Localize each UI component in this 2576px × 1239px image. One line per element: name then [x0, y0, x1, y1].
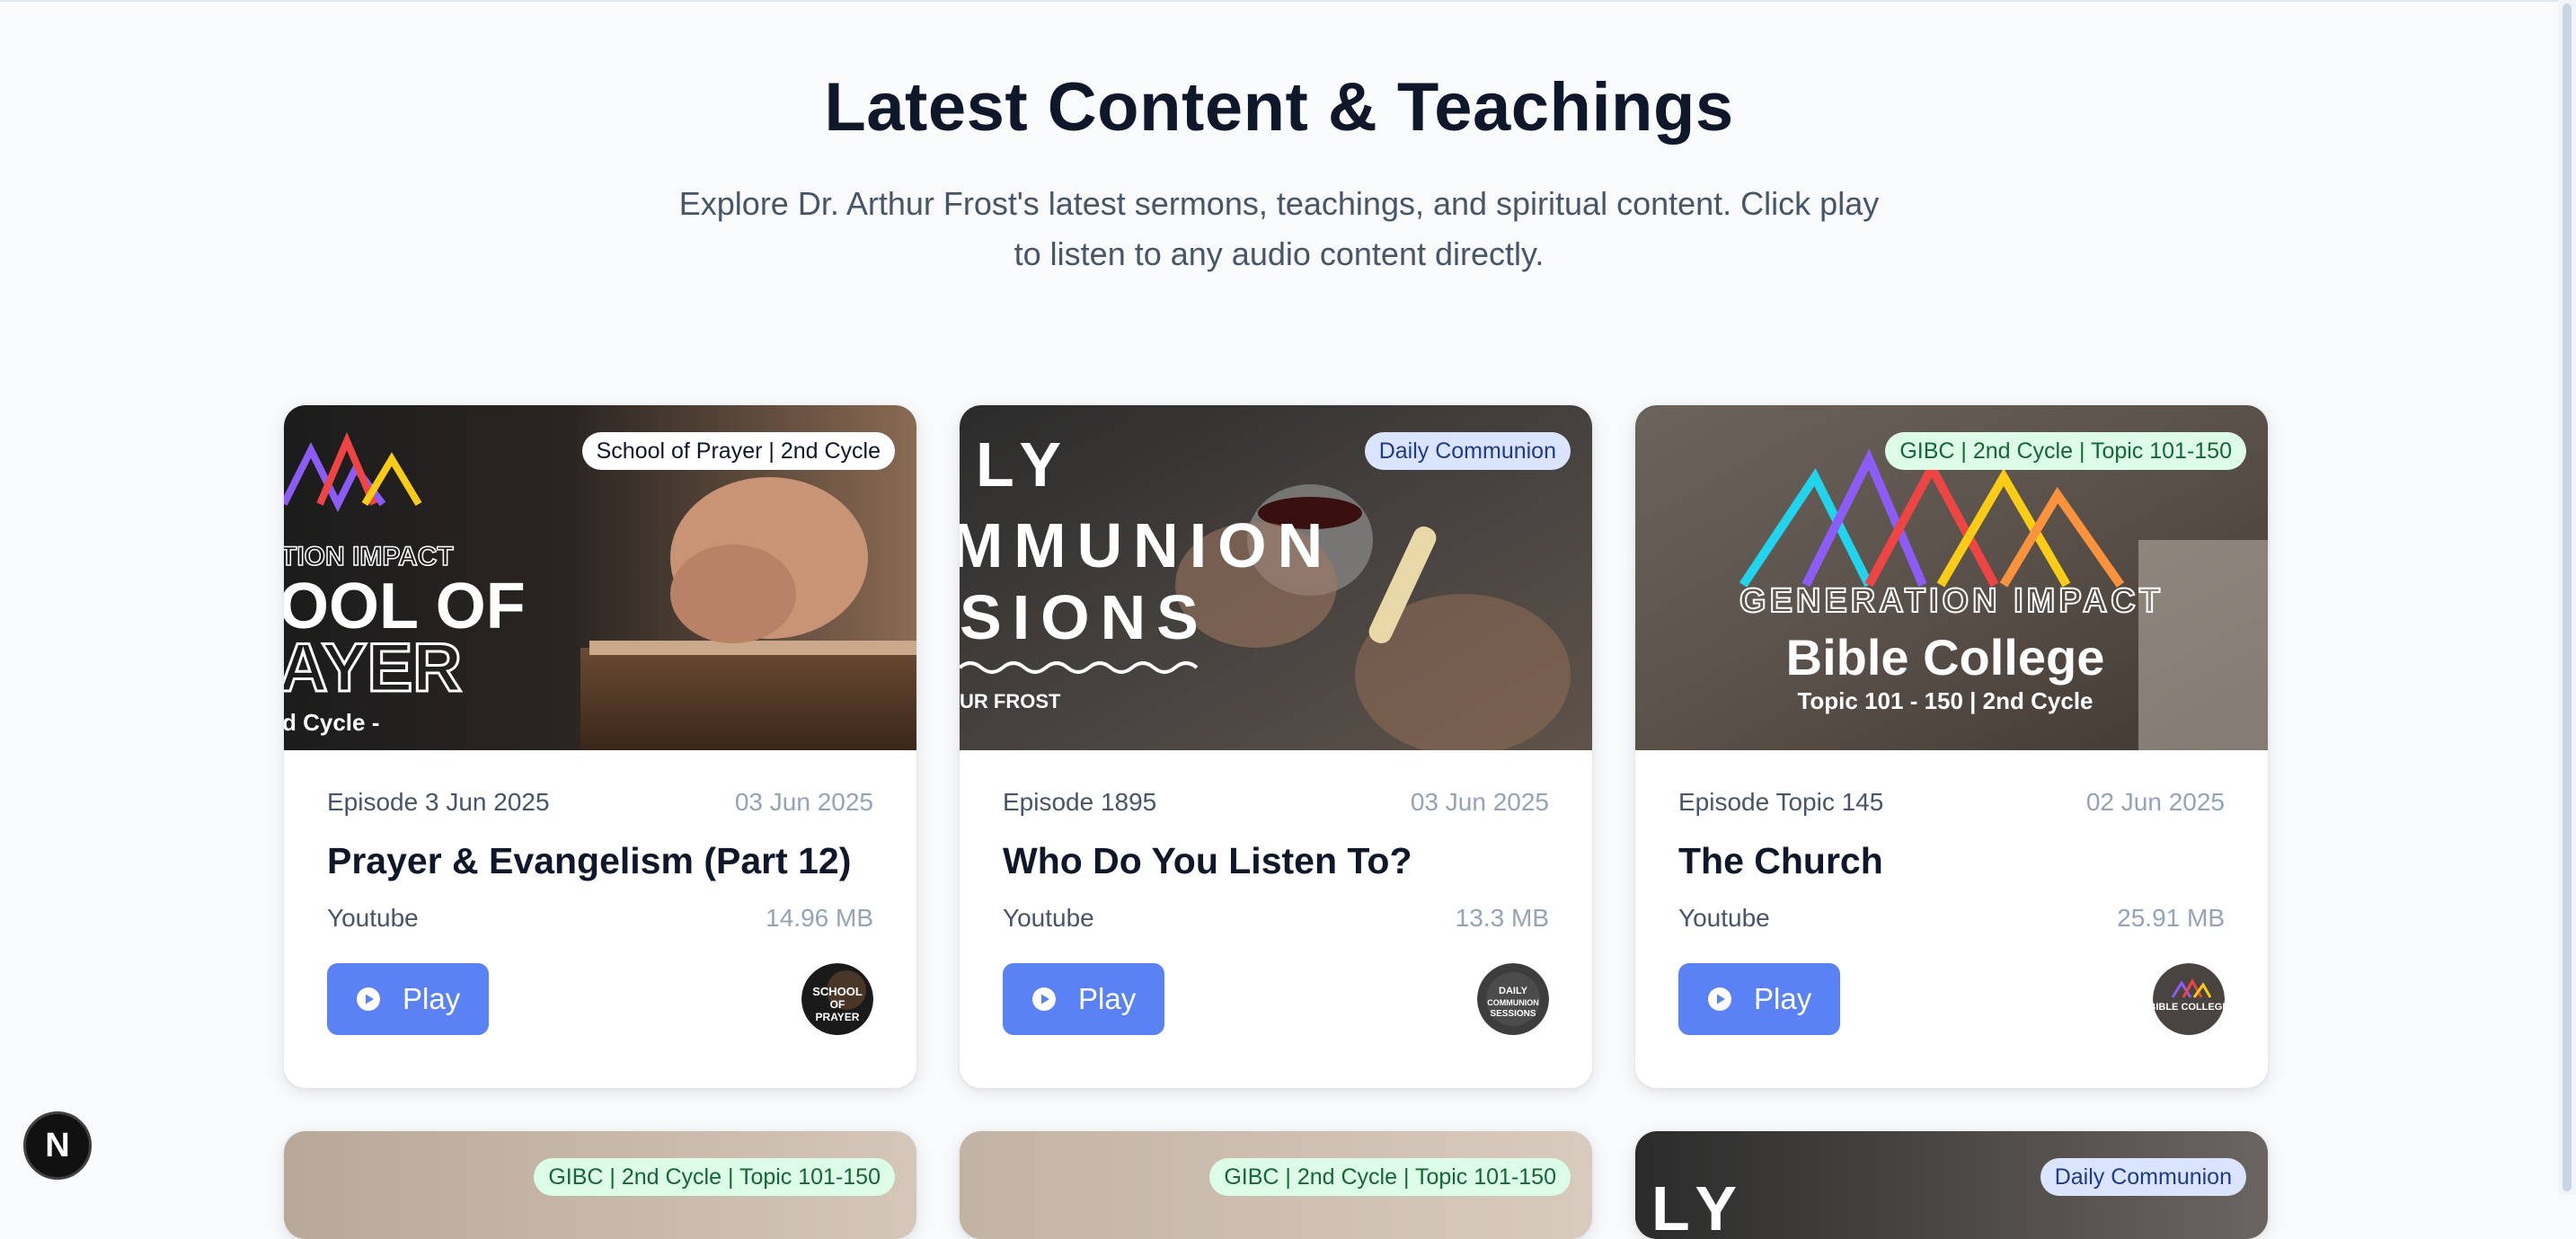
avatar-text: BIBLE COLLEGE — [2153, 1002, 2225, 1013]
card-body: Episode Topic 145 02 Jun 2025 The Church… — [1678, 750, 2225, 1035]
page-title: Latest Content & Teachings — [824, 69, 1734, 146]
publish-date: 02 Jun 2025 — [2085, 788, 2225, 816]
series-avatar: SCHOOL OF PRAYER — [801, 963, 873, 1035]
play-button-label: Play — [1754, 982, 1812, 1015]
avatar-text: OF — [830, 998, 845, 1011]
thumb-text: MMUNION — [960, 510, 1333, 580]
thumb-text: LY — [1651, 1173, 1748, 1239]
content-card[interactable]: GIBC | 2nd Cycle | Topic 101-150 — [960, 1131, 1592, 1239]
avatar-text: SESSIONS — [1490, 1009, 1536, 1019]
thumb-text: Topic 101 - 150 | 2nd Cycle — [1797, 687, 2093, 714]
publish-date: 03 Jun 2025 — [734, 788, 873, 816]
episode-title[interactable]: The Church — [1678, 840, 2225, 882]
thumb-text: LY — [976, 429, 1072, 500]
avatar-text: DAILY — [1499, 986, 1528, 996]
episode-label: Episode 3 Jun 2025 — [327, 788, 550, 816]
card-thumbnail: LY Daily Communion — [1635, 1131, 2268, 1239]
file-size: 13.3 MB — [1455, 904, 1549, 932]
thumb-text: GENERATION IMPACT — [1739, 582, 2164, 620]
thumb-text: Bible College — [1786, 629, 2105, 686]
card-thumbnail: GENERATION IMPACT Bible College Topic 10… — [1635, 405, 2268, 750]
card-thumbnail: GIBC | 2nd Cycle | Topic 101-150 — [284, 1131, 916, 1239]
scrollbar[interactable] — [2558, 0, 2576, 1195]
category-tag: GIBC | 2nd Cycle | Topic 101-150 — [1209, 1158, 1571, 1196]
content-card[interactable]: TION IMPACT OOL OF AYER d Cycle - School… — [284, 405, 916, 1088]
file-size: 14.96 MB — [766, 904, 873, 932]
source-label: Youtube — [1003, 904, 1094, 932]
series-avatar: BIBLE COLLEGE — [2153, 963, 2225, 1035]
episode-title[interactable]: Prayer & Evangelism (Part 12) — [327, 840, 873, 882]
episode-label: Episode 1895 — [1003, 788, 1157, 816]
play-circle-icon — [1032, 987, 1056, 1011]
play-button-label: Play — [1078, 982, 1137, 1015]
thumb-text: UR FROST — [960, 690, 1061, 712]
category-tag: Daily Communion — [1364, 432, 1571, 470]
thumb-text: TION IMPACT — [284, 542, 454, 571]
thumb-text: d Cycle - — [284, 709, 379, 736]
section-header: Latest Content & Teachings Explore Dr. A… — [0, 0, 2558, 279]
category-tag: GIBC | 2nd Cycle | Topic 101-150 — [534, 1158, 895, 1196]
nextjs-logo-icon[interactable]: N — [23, 1111, 92, 1180]
category-tag: School of Prayer | 2nd Cycle — [581, 432, 895, 470]
content-card[interactable]: LY MMUNION SIONS UR FROST Daily Communio… — [960, 405, 1592, 1088]
avatar-text: COMMUNION — [1487, 998, 1539, 1007]
category-tag: GIBC | 2nd Cycle | Topic 101-150 — [1885, 432, 2246, 470]
episode-title[interactable]: Who Do You Listen To? — [1003, 840, 1549, 882]
card-thumbnail: TION IMPACT OOL OF AYER d Cycle - School… — [284, 405, 916, 750]
thumb-text: SIONS — [960, 582, 1209, 652]
content-card[interactable]: GENERATION IMPACT Bible College Topic 10… — [1635, 405, 2268, 1088]
content-card[interactable]: GIBC | 2nd Cycle | Topic 101-150 — [284, 1131, 916, 1239]
play-circle-icon — [357, 987, 380, 1011]
category-tag: Daily Communion — [2040, 1158, 2246, 1196]
publish-date: 03 Jun 2025 — [1410, 788, 1549, 816]
card-body: Episode 1895 03 Jun 2025 Who Do You List… — [1003, 750, 1549, 1035]
play-button[interactable]: Play — [1003, 963, 1165, 1035]
source-label: Youtube — [327, 904, 419, 932]
play-button-label: Play — [403, 982, 461, 1015]
episode-label: Episode Topic 145 — [1678, 788, 1884, 816]
avatar-text: PRAYER — [816, 1011, 860, 1023]
card-body: Episode 3 Jun 2025 03 Jun 2025 Prayer & … — [327, 750, 873, 1035]
scrollbar-thumb[interactable] — [2563, 4, 2572, 1191]
file-size: 25.91 MB — [2117, 904, 2225, 932]
thumb-text: AYER — [284, 630, 462, 706]
content-card[interactable]: LY Daily Communion — [1635, 1131, 2268, 1239]
series-avatar: DAILY COMMUNION SESSIONS — [1477, 963, 1549, 1035]
source-label: Youtube — [1678, 904, 1770, 932]
play-button[interactable]: Play — [327, 963, 490, 1035]
avatar-text: SCHOOL — [812, 985, 863, 998]
play-circle-icon — [1708, 987, 1731, 1011]
play-button[interactable]: Play — [1678, 963, 1841, 1035]
card-thumbnail: GIBC | 2nd Cycle | Topic 101-150 — [960, 1131, 1592, 1239]
page-subtitle: Explore Dr. Arthur Frost's latest sermon… — [678, 185, 1880, 272]
card-thumbnail: LY MMUNION SIONS UR FROST Daily Communio… — [960, 405, 1592, 750]
